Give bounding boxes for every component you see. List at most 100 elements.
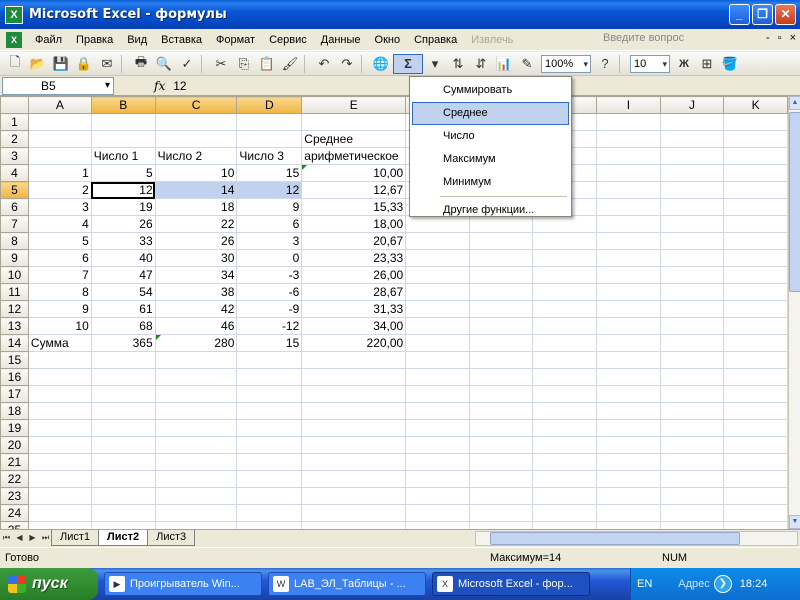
menu-item-count[interactable]: Число [412,125,569,148]
sheet-tab-3[interactable]: Лист3 [147,530,196,546]
cell[interactable]: 18,00 [301,215,407,233]
cell[interactable] [659,334,725,352]
cell[interactable] [236,113,303,131]
cell[interactable] [154,487,238,505]
cell[interactable] [468,521,534,529]
cell[interactable]: 5 [27,232,92,250]
cell[interactable] [90,504,156,522]
cell[interactable] [90,436,156,454]
cell[interactable]: 28,67 [301,283,407,301]
row-header[interactable]: 22 [0,470,29,488]
cell[interactable] [90,368,156,386]
cell[interactable] [659,249,725,267]
cell[interactable]: 15,33 [301,198,407,216]
cell[interactable] [723,113,788,131]
cell[interactable] [659,453,725,471]
cell[interactable]: 15 [236,334,303,352]
format-painter-icon[interactable]: 🖌 [279,54,301,74]
cell[interactable]: 3 [236,232,303,250]
cell[interactable] [405,385,470,403]
cell[interactable] [468,470,534,488]
cell[interactable]: Число 1 [90,147,156,165]
cell[interactable] [596,419,661,437]
cell[interactable]: 4 [27,215,92,233]
cell[interactable] [154,385,238,403]
menu-item-sum[interactable]: Суммировать [412,79,569,102]
cell[interactable] [532,249,598,267]
cell[interactable] [723,232,788,250]
cell[interactable] [723,181,788,199]
cell[interactable] [90,130,156,148]
cell[interactable]: 61 [90,300,156,318]
cell[interactable] [301,113,407,131]
first-sheet-icon[interactable]: ⏮ [0,531,13,545]
cell[interactable] [27,470,92,488]
cell[interactable] [596,470,661,488]
cell[interactable]: 19 [90,198,156,216]
minimize-button[interactable]: _ [729,4,750,25]
cell[interactable] [723,419,788,437]
row-header[interactable]: 13 [0,317,29,335]
cell[interactable] [405,351,470,369]
cell[interactable] [405,504,470,522]
cell[interactable] [723,334,788,352]
menu-item-max[interactable]: Максимум [412,148,569,171]
cell[interactable]: 33 [90,232,156,250]
cell[interactable] [405,317,470,335]
row-header[interactable]: 20 [0,436,29,454]
cell[interactable] [236,436,303,454]
cell[interactable]: 26 [154,232,238,250]
cell[interactable] [27,521,92,529]
cell[interactable] [723,215,788,233]
doc-minimize-button[interactable]: - [766,32,770,44]
sheet-tab-2[interactable]: Лист2 [98,530,149,546]
go-arrow-icon[interactable]: ❯ [713,575,732,593]
horizontal-scrollbar[interactable] [475,531,798,546]
cell[interactable] [659,198,725,216]
cell[interactable] [596,300,661,318]
cell[interactable] [301,504,407,522]
cell[interactable] [154,436,238,454]
cell[interactable] [468,436,534,454]
cell[interactable] [532,232,598,250]
help-icon[interactable]: ? [594,54,616,74]
formula-input[interactable]: 12 [173,79,186,93]
cell[interactable] [405,266,470,284]
cell[interactable] [532,283,598,301]
cell[interactable] [596,130,661,148]
cell[interactable]: 26,00 [301,266,407,284]
cell[interactable] [596,368,661,386]
cell[interactable] [301,453,407,471]
cell[interactable] [27,402,92,420]
cell[interactable] [659,266,725,284]
cell[interactable] [468,334,534,352]
cell[interactable] [301,487,407,505]
menu-item-more-functions[interactable]: Другие функции... [412,199,569,222]
cell[interactable] [405,300,470,318]
hyperlink-icon[interactable]: 🌐 [370,54,392,74]
cell[interactable] [723,368,788,386]
cell[interactable]: 12 [236,181,303,199]
cell[interactable] [405,487,470,505]
cell[interactable] [723,198,788,216]
cell[interactable] [532,368,598,386]
cell[interactable] [596,436,661,454]
cell[interactable] [90,113,156,131]
column-header[interactable]: E [301,96,407,114]
cell[interactable] [27,487,92,505]
cell[interactable] [236,521,303,529]
cell[interactable] [723,470,788,488]
cell[interactable] [596,351,661,369]
cell[interactable] [596,453,661,471]
column-header[interactable]: C [154,96,238,114]
cell[interactable] [405,283,470,301]
menu-item-min[interactable]: Минимум [412,171,569,194]
cell[interactable] [659,317,725,335]
cell[interactable]: 10 [154,164,238,182]
cell[interactable] [90,351,156,369]
cell[interactable] [532,436,598,454]
row-header[interactable]: 7 [0,215,29,233]
restore-button[interactable]: ❐ [752,4,773,25]
cell[interactable]: 1 [27,164,92,182]
cell[interactable]: 26 [90,215,156,233]
